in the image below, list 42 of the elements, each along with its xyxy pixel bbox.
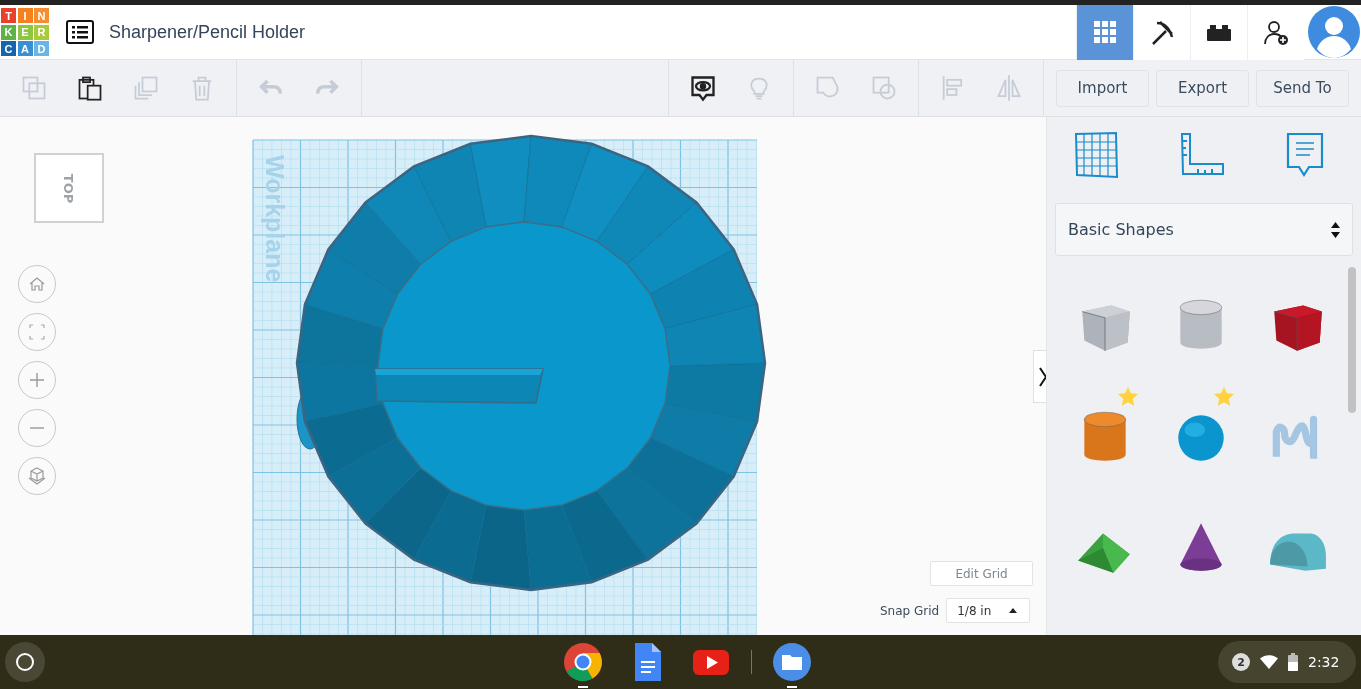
shape-category-select[interactable]: Basic Shapes	[1055, 203, 1353, 256]
wifi-icon	[1260, 655, 1278, 669]
snap-grid-label: Snap Grid	[880, 603, 940, 618]
logo-letter: A	[17, 41, 33, 56]
add-user-button[interactable]	[1247, 4, 1304, 60]
status-tray[interactable]: 2 2:32	[1218, 641, 1356, 683]
logo-letter: K	[1, 24, 16, 40]
tinkercad-logo[interactable]: T I N K E R C A D	[1, 8, 49, 56]
logo-letter: C	[1, 41, 16, 56]
snap-grid-select[interactable]: 1/8 in	[946, 598, 1031, 623]
edit-grid-button[interactable]: Edit Grid	[930, 561, 1033, 586]
caret-icon	[1009, 608, 1018, 613]
logo-letter: I	[17, 8, 33, 23]
logo-letter: R	[34, 24, 49, 40]
pencil-holder-drawing[interactable]	[295, 134, 767, 592]
notification-count: 2	[1232, 653, 1250, 671]
design-title[interactable]: Sharpener/Pencil Holder	[109, 21, 306, 43]
launcher-button[interactable]	[5, 642, 45, 682]
action-button[interactable]: Import	[1056, 69, 1149, 107]
list-icon[interactable]	[66, 20, 94, 44]
zoom-out-button[interactable]	[18, 409, 56, 447]
view-cube-label: TOP	[61, 173, 77, 203]
clock-time: 2:32	[1308, 654, 1340, 670]
sort-icon	[1331, 221, 1340, 238]
zoom-in-button[interactable]	[18, 361, 56, 399]
perspective-button[interactable]	[18, 457, 56, 495]
logo-letter: D	[34, 41, 49, 56]
pickaxe-button[interactable]	[1133, 4, 1190, 60]
action-button[interactable]: Export	[1156, 69, 1249, 107]
battery-icon	[1288, 653, 1298, 671]
scrollbar[interactable]	[1348, 267, 1356, 413]
logo-letter: T	[1, 8, 16, 23]
action-button[interactable]: Send To	[1256, 69, 1349, 107]
workplane-icon[interactable]	[1073, 131, 1121, 179]
grid-icon	[1091, 18, 1119, 46]
bricks-button[interactable]	[1190, 4, 1247, 60]
logo-letter: N	[34, 8, 49, 23]
home-button[interactable]	[18, 265, 56, 303]
fit-button[interactable]	[18, 313, 56, 351]
add-user-icon	[1262, 18, 1290, 46]
chevron-icon	[1037, 365, 1046, 388]
logo-letter: E	[17, 24, 33, 40]
